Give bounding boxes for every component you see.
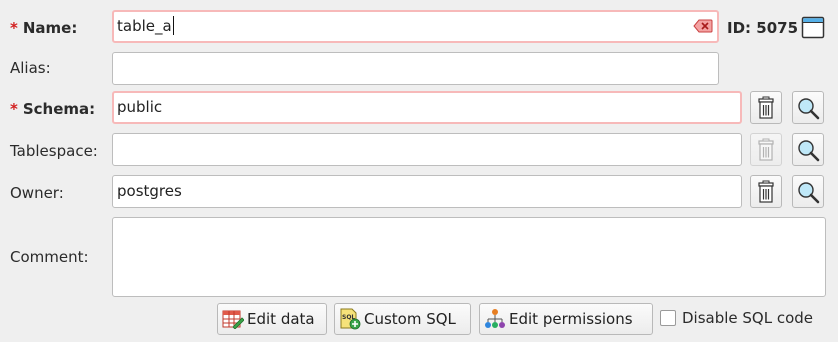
alias-input[interactable] — [112, 52, 719, 85]
name-input[interactable]: table_a — [112, 10, 719, 43]
owner-search-button[interactable] — [792, 175, 824, 208]
edit-data-label: Edit data — [247, 310, 315, 328]
edit-permissions-label: Edit permissions — [509, 310, 633, 328]
tablespace-input[interactable] — [112, 133, 742, 166]
sql-add-icon: SQL — [340, 308, 361, 330]
required-mark: * — [10, 100, 18, 118]
window-icon[interactable] — [801, 15, 825, 40]
custom-sql-button[interactable]: SQL Custom SQL — [334, 303, 471, 335]
disable-sql-code-option[interactable]: Disable SQL code — [660, 309, 813, 327]
required-mark: * — [10, 19, 18, 37]
schema-input[interactable]: public — [112, 91, 742, 124]
clear-text-icon[interactable] — [693, 19, 713, 33]
magnifier-icon — [798, 97, 820, 119]
tablespace-delete-button[interactable] — [750, 133, 782, 166]
edit-data-button[interactable]: Edit data — [217, 303, 327, 335]
schema-delete-button[interactable] — [750, 91, 782, 124]
disable-sql-code-checkbox[interactable] — [660, 310, 676, 326]
text-caret — [172, 16, 174, 35]
comment-textarea[interactable] — [112, 217, 826, 297]
name-label: * Name: — [10, 19, 78, 37]
edit-permissions-button[interactable]: Edit permissions — [479, 303, 653, 335]
owner-label: Owner: — [10, 184, 64, 202]
tablespace-label: Tablespace: — [10, 142, 98, 160]
custom-sql-label: Custom SQL — [364, 310, 456, 328]
name-value: table_a — [117, 17, 172, 35]
trash-icon — [758, 96, 774, 119]
alias-label: Alias: — [10, 59, 51, 77]
magnifier-icon — [798, 181, 820, 203]
owner-delete-button[interactable] — [750, 175, 782, 208]
owner-input[interactable]: postgres — [112, 175, 742, 208]
magnifier-icon — [798, 139, 820, 161]
schema-search-button[interactable] — [792, 91, 824, 124]
table-edit-icon — [222, 310, 244, 329]
tablespace-search-button[interactable] — [792, 133, 824, 166]
users-hierarchy-icon — [485, 309, 505, 328]
comment-label: Comment: — [10, 248, 89, 266]
trash-icon — [758, 180, 774, 203]
schema-label: * Schema: — [10, 100, 96, 118]
disable-sql-code-label: Disable SQL code — [682, 309, 814, 327]
trash-icon — [758, 138, 774, 161]
id-label: ID: 5075 — [727, 19, 799, 37]
